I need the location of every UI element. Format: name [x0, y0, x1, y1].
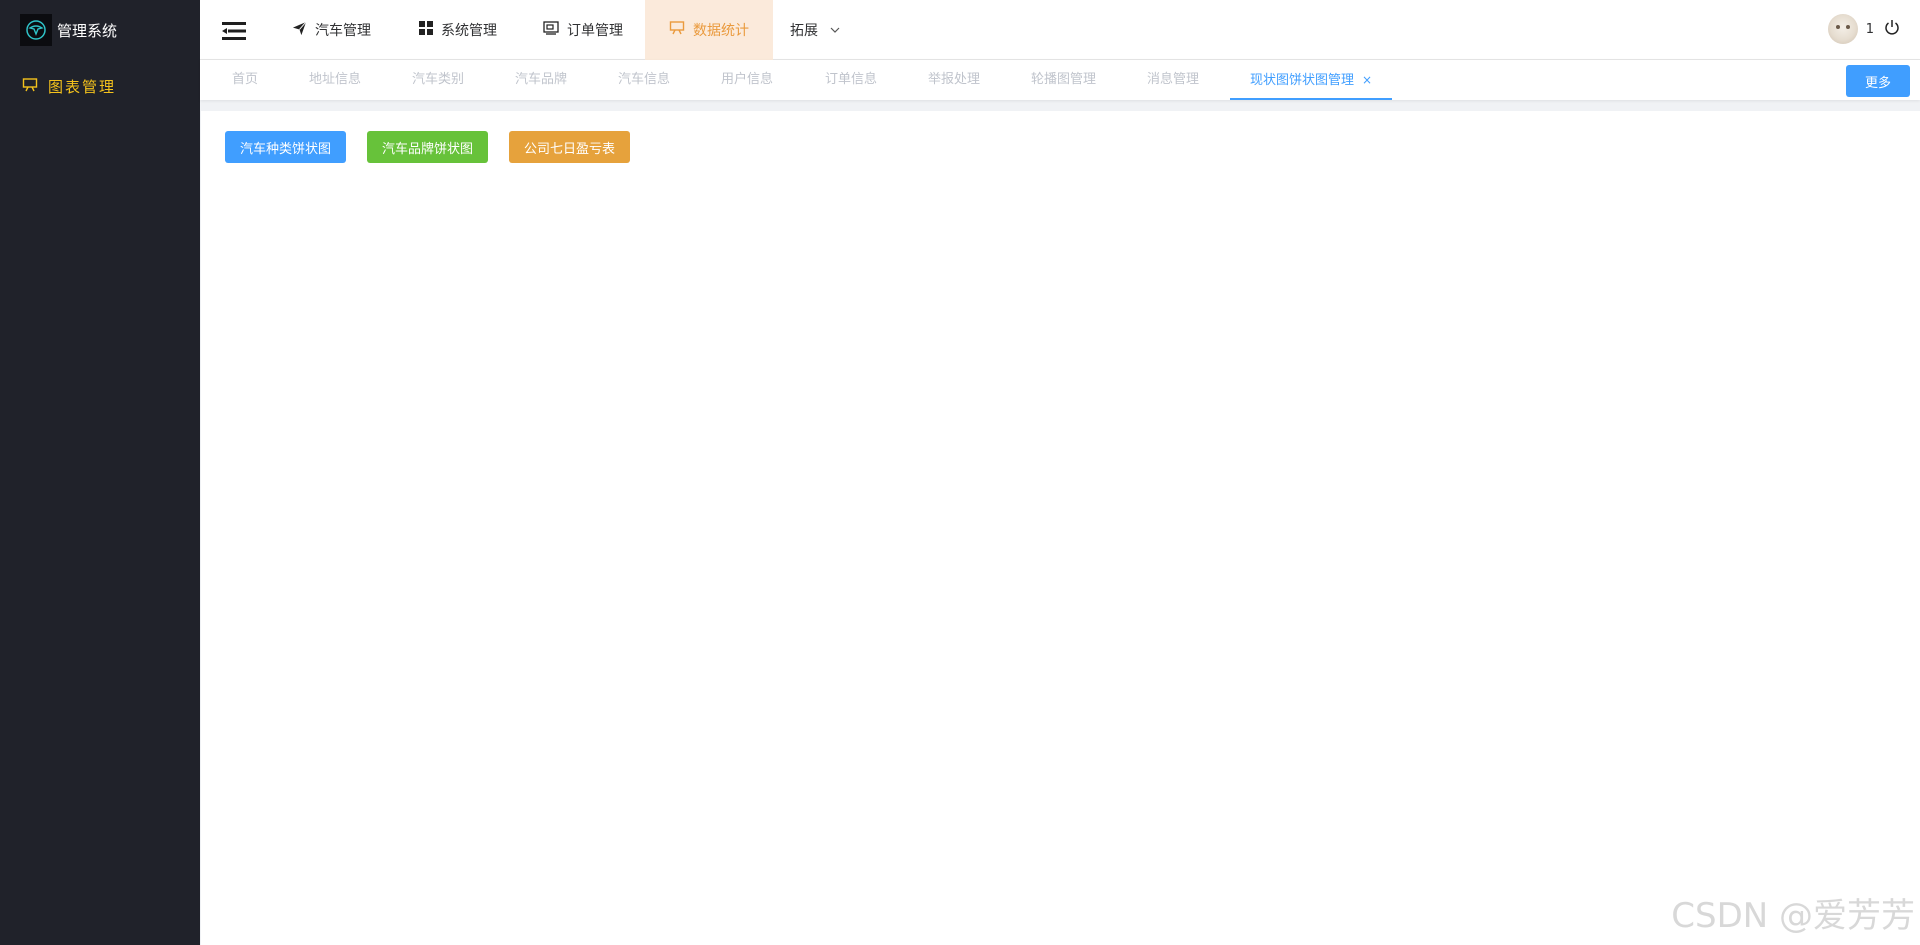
main-content: 汽车种类饼状图 汽车品牌饼状图 公司七日盈亏表	[201, 111, 1920, 945]
logo-icon	[20, 14, 52, 46]
sidebar-item-chart-management[interactable]: 图表管理	[22, 76, 116, 97]
nav-order-management[interactable]: 订单管理	[543, 0, 623, 60]
tag-address[interactable]: 地址信息	[309, 60, 361, 100]
chevron-down-icon	[830, 22, 848, 38]
tag-chart-management-active[interactable]: 现状图饼状图管理 ×	[1230, 60, 1393, 100]
tag-car-category[interactable]: 汽车类别	[412, 60, 464, 100]
more-button[interactable]: 更多	[1846, 65, 1910, 97]
tag-message-management[interactable]: 消息管理	[1147, 60, 1199, 100]
collapse-menu-icon[interactable]	[222, 21, 246, 41]
chart-board-icon	[669, 20, 693, 40]
tag-label: 现状图饼状图管理	[1250, 73, 1355, 88]
user-name[interactable]: 1	[1866, 22, 1874, 37]
tags-bar: 首页 地址信息 汽车类别 汽车品牌 汽车信息 用户信息 订单信息 举报处理 轮播…	[200, 60, 1920, 100]
tag-car-info[interactable]: 汽车信息	[618, 60, 670, 100]
power-icon[interactable]	[1884, 19, 1900, 39]
car-brand-pie-button[interactable]: 汽车品牌饼状图	[367, 131, 489, 163]
nav-extension-dropdown[interactable]: 拓展	[790, 0, 848, 60]
chart-board-icon	[22, 77, 48, 97]
car-category-pie-button[interactable]: 汽车种类饼状图	[225, 131, 347, 163]
tag-carousel-management[interactable]: 轮播图管理	[1031, 60, 1096, 100]
nav-data-statistics[interactable]: 数据统计	[645, 0, 773, 60]
tag-home[interactable]: 首页	[232, 60, 258, 100]
weekly-profit-loss-button[interactable]: 公司七日盈亏表	[509, 131, 631, 163]
tag-car-brand[interactable]: 汽车品牌	[515, 60, 567, 100]
top-header: 汽车管理 系统管理 订单管理 数据统计 拓展 1	[200, 0, 1920, 60]
tag-order-info[interactable]: 订单信息	[825, 60, 877, 100]
user-area: 1	[1827, 14, 1900, 44]
sidebar: 管理系统 图表管理	[0, 0, 200, 945]
sidebar-item-label: 图表管理	[48, 78, 117, 96]
tag-report-handling[interactable]: 举报处理	[928, 60, 980, 100]
tag-user-info[interactable]: 用户信息	[721, 60, 773, 100]
nav-system-management[interactable]: 系统管理	[419, 0, 497, 60]
app-title: 管理系统	[57, 21, 118, 40]
grid-icon	[419, 21, 441, 39]
avatar[interactable]	[1827, 14, 1858, 44]
paper-plane-icon	[292, 21, 315, 40]
watermark: CSDN @爱芳芳	[1671, 896, 1915, 936]
nav-car-management[interactable]: 汽车管理	[292, 0, 371, 60]
order-icon	[543, 21, 567, 39]
app-logo[interactable]: 管理系统	[20, 14, 117, 46]
close-icon[interactable]: ×	[1362, 73, 1372, 87]
